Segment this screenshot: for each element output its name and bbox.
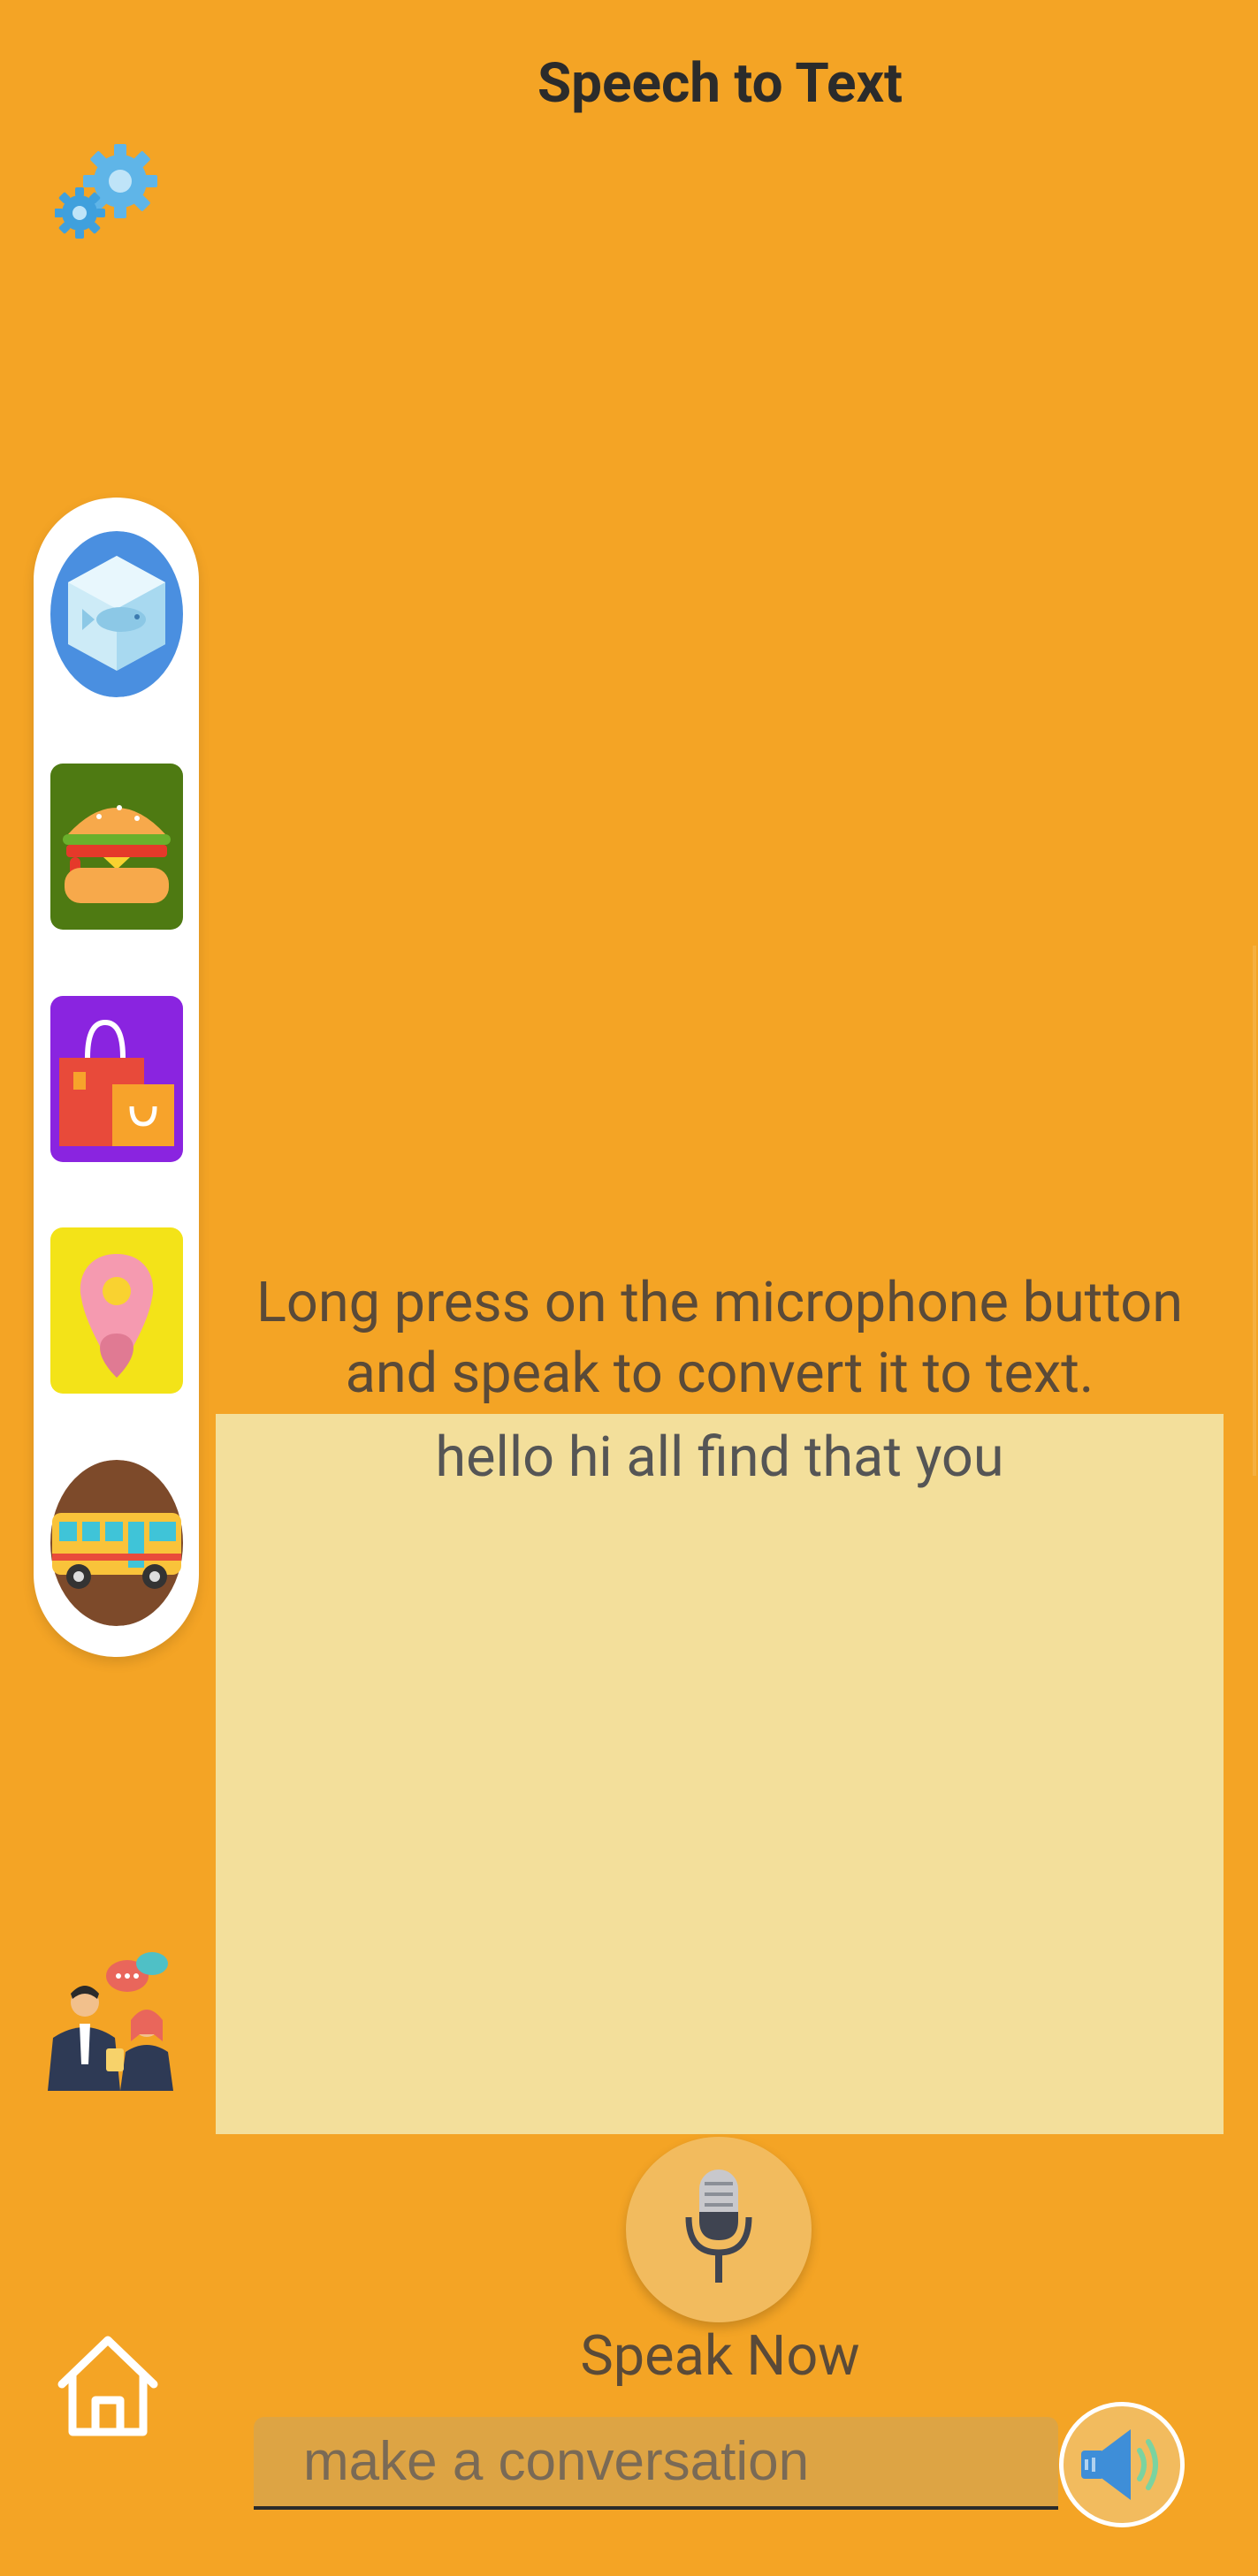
speaker-button[interactable] xyxy=(1059,2402,1185,2527)
school-bus-icon[interactable] xyxy=(50,1460,183,1626)
burger-icon[interactable] xyxy=(50,764,183,930)
category-sidebar xyxy=(34,498,199,1657)
speak-now-label: Speak Now xyxy=(580,2324,860,2389)
gears-icon[interactable] xyxy=(54,137,161,243)
page-title: Speech to Text xyxy=(537,51,903,116)
shopping-bags-icon[interactable] xyxy=(50,996,183,1162)
frozen-fish-icon[interactable] xyxy=(50,531,183,697)
chat-people-icon[interactable] xyxy=(39,1949,182,2091)
conversation-input[interactable] xyxy=(254,2417,1058,2510)
instruction-text: Long press on the microphone button and … xyxy=(255,1271,1184,1406)
scroll-edge xyxy=(1253,946,1256,1476)
microphone-icon xyxy=(685,2169,752,2283)
map-pin-icon[interactable] xyxy=(50,1227,183,1394)
transcript-area[interactable]: hello hi all find that you xyxy=(216,1414,1224,2134)
microphone-button[interactable] xyxy=(626,2137,812,2322)
home-icon[interactable] xyxy=(55,2333,161,2437)
speaker-icon xyxy=(1081,2429,1158,2500)
